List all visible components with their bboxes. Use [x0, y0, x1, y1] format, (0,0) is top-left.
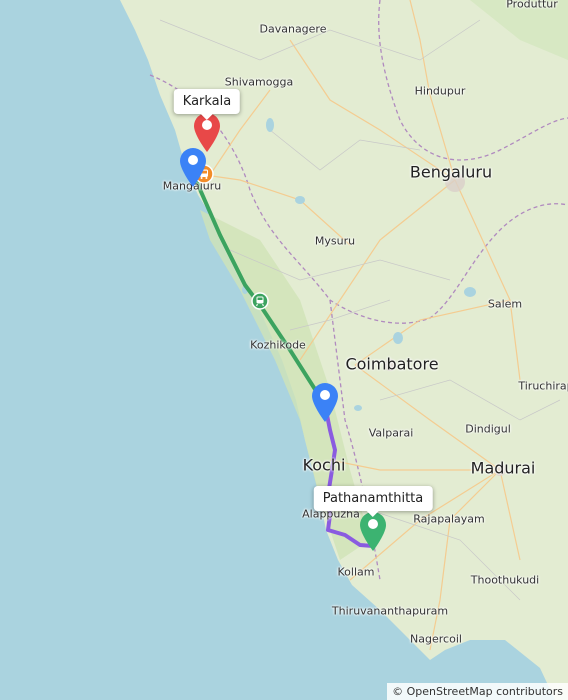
train-icon[interactable]: [251, 292, 269, 314]
place-label-bengaluru: Bengaluru: [409, 162, 493, 182]
destination-tooltip: Pathanamthitta: [313, 486, 433, 517]
place-label-madurai: Madurai: [470, 458, 536, 478]
place-label-tiruchirappalli: Tiruchirap: [518, 379, 568, 393]
place-label-valparai: Valparai: [368, 426, 414, 440]
place-label-kochi: Kochi: [302, 455, 346, 475]
map-canvas[interactable]: Produttur Davanagere Shivamogga Hindupur…: [0, 0, 568, 700]
map-attribution[interactable]: © OpenStreetMap contributors: [387, 683, 568, 700]
place-label-shivamogga: Shivamogga: [224, 75, 294, 89]
origin-tooltip: Karkala: [173, 89, 241, 120]
place-label-kollam: Kollam: [337, 565, 375, 579]
place-label-coimbatore: Coimbatore: [345, 354, 439, 374]
place-label-kozhikode: Kozhikode: [250, 338, 306, 352]
place-label-mysuru: Mysuru: [314, 234, 356, 248]
place-label-thiruvananthapuram: Thiruvananthapuram: [331, 604, 449, 618]
place-label-nagercoil: Nagercoil: [410, 632, 462, 646]
place-label-hindupur: Hindupur: [414, 84, 466, 98]
place-label-rajapalayam: Rajapalayam: [413, 512, 485, 526]
place-label-davanagere: Davanagere: [259, 22, 327, 36]
stop-marker-blue-mangaluru[interactable]: [178, 146, 208, 188]
place-label-produttur: Produttur: [506, 0, 558, 11]
place-label-dindigul: Dindigul: [465, 422, 511, 436]
place-label-thoothukudi: Thoothukudi: [470, 573, 540, 587]
stop-marker-blue-kochi[interactable]: [310, 381, 340, 423]
place-label-salem: Salem: [487, 297, 523, 311]
